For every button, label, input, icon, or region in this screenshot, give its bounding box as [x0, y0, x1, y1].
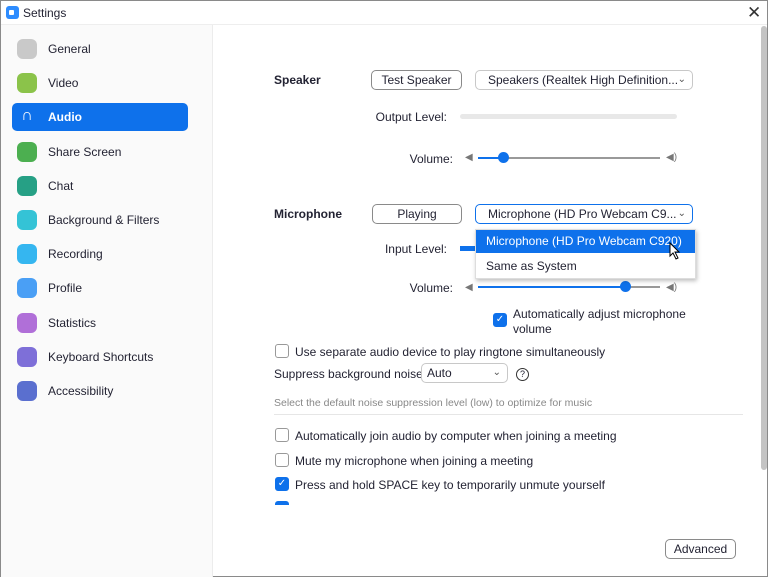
zoom-app-icon: [6, 6, 19, 19]
option-checkbox[interactable]: [275, 501, 289, 505]
auto-adjust-checkbox[interactable]: ✓: [493, 313, 507, 327]
suppress-noise-hint: Select the default noise suppression lev…: [274, 397, 593, 409]
share-screen-icon: [17, 141, 37, 162]
sidebar-item-video[interactable]: Video: [12, 69, 188, 97]
suppress-noise-select[interactable]: Auto ⌄: [421, 363, 508, 383]
sidebar-item-profile[interactable]: Profile: [12, 274, 188, 302]
slider-knob[interactable]: [620, 281, 632, 292]
sidebar-item-share-screen[interactable]: Share Screen: [12, 138, 188, 166]
microphone-device-select[interactable]: Microphone (HD Pro Webcam C9... ⌄: [475, 204, 693, 224]
chevron-down-icon: ⌄: [677, 74, 686, 85]
microphone-volume-label: Volume:: [409, 281, 453, 295]
option-checkbox[interactable]: [275, 452, 289, 467]
dropdown-option[interactable]: Microphone (HD Pro Webcam C920): [476, 230, 695, 253]
speaker-volume-label: Volume:: [409, 152, 453, 166]
advanced-button[interactable]: Advanced: [665, 539, 736, 559]
suppress-noise-label: Suppress background noise: [274, 367, 423, 381]
option-label: Press and hold SPACE key to temporarily …: [295, 478, 605, 492]
sidebar-item-label: Chat: [48, 178, 74, 193]
option-checkbox[interactable]: [275, 428, 289, 442]
sidebar-item-label: Statistics: [48, 315, 97, 330]
sidebar-item-background-filters[interactable]: Background & Filters: [12, 206, 188, 234]
speaker-volume-slider[interactable]: [478, 152, 660, 164]
divider: [274, 414, 743, 415]
input-level-meter: [460, 246, 476, 251]
option-checkbox[interactable]: ✓: [275, 477, 289, 491]
auto-adjust-label: Automatically adjust microphone volume: [513, 307, 686, 336]
background-icon: [17, 210, 37, 230]
slider-fill: [478, 286, 626, 288]
chat-icon: [17, 175, 37, 196]
statistics-icon: [17, 312, 37, 333]
volume-low-icon: ◀: [465, 282, 473, 293]
speaker-device-select[interactable]: Speakers (Realtek High Definition... ⌄: [475, 70, 693, 90]
sidebar-item-accessibility[interactable]: Accessibility: [12, 377, 188, 405]
slider-knob[interactable]: [498, 152, 510, 163]
sidebar-item-chat[interactable]: Chat: [12, 172, 188, 200]
options-list: Automatically join audio by computer whe…: [1, 426, 761, 505]
chevron-down-icon: ⌄: [677, 208, 686, 219]
chevron-down-icon: ⌄: [492, 367, 501, 378]
input-level-label: Input Level:: [384, 242, 447, 256]
help-icon[interactable]: ?: [516, 368, 529, 381]
sidebar-item-label: Background & Filters: [48, 213, 160, 227]
video-icon: [17, 73, 37, 94]
scrollbar[interactable]: [761, 26, 767, 470]
separate-device-checkbox[interactable]: [275, 344, 289, 358]
volume-high-icon: ◀): [666, 152, 678, 163]
separate-device-label: Use separate audio device to play ringto…: [295, 345, 606, 359]
sidebar-item-label: Accessibility: [48, 384, 114, 398]
speaker-device-value: Speakers (Realtek High Definition...: [488, 73, 679, 87]
sidebar-item-label: Profile: [48, 281, 83, 296]
suppress-noise-value: Auto: [427, 366, 452, 380]
microphone-device-value: Microphone (HD Pro Webcam C9...: [488, 207, 677, 221]
sidebar-item-audio[interactable]: ∩ Audio: [12, 103, 188, 132]
speaker-label: Speaker: [274, 73, 321, 87]
volume-low-icon: ◀: [465, 152, 473, 163]
microphone-dropdown-menu: Microphone (HD Pro Webcam C920) Same as …: [475, 229, 696, 279]
close-icon[interactable]: ✕: [747, 3, 761, 23]
sidebar-item-statistics[interactable]: Statistics: [12, 309, 188, 337]
microphone-volume-slider[interactable]: [478, 281, 660, 293]
slider-track: [503, 157, 660, 159]
sidebar-item-label: General: [48, 42, 91, 56]
sidebar-item-label: Recording: [48, 247, 103, 262]
sidebar-item-label: Share Screen: [48, 144, 122, 159]
microphone-label: Microphone: [274, 207, 342, 221]
output-level-label: Output Level:: [375, 110, 447, 124]
option-label: Mute my microphone when joining a meetin…: [295, 453, 534, 468]
test-microphone-button[interactable]: Playing: [372, 204, 462, 224]
sidebar-item-recording[interactable]: Recording: [12, 240, 188, 268]
recording-icon: [17, 244, 37, 265]
option-label: Automatically join audio by computer whe…: [295, 429, 617, 443]
sidebar-item-general[interactable]: General: [12, 35, 188, 63]
title-bar: Settings ✕: [1, 1, 767, 25]
sidebar-item-label: Audio: [48, 110, 82, 125]
settings-window: Settings ✕ General Video ∩ Audio Share Scree…: [0, 0, 768, 577]
accessibility-icon: [17, 381, 37, 401]
keyboard-icon: [17, 346, 37, 367]
window-title: Settings: [23, 6, 67, 20]
sidebar-item-label: Video: [48, 76, 79, 91]
headphones-icon: ∩: [21, 107, 33, 125]
dropdown-option[interactable]: Same as System: [476, 255, 695, 278]
sidebar-item-keyboard-shortcuts[interactable]: Keyboard Shortcuts: [12, 343, 188, 371]
profile-icon: [17, 278, 37, 299]
gear-icon: [17, 39, 37, 59]
sidebar-item-label: Keyboard Shortcuts: [48, 349, 154, 364]
test-speaker-button[interactable]: Test Speaker: [371, 70, 462, 90]
volume-high-icon: ◀): [666, 282, 678, 293]
mouse-cursor-icon: [669, 242, 681, 260]
output-level-meter: [460, 114, 677, 119]
